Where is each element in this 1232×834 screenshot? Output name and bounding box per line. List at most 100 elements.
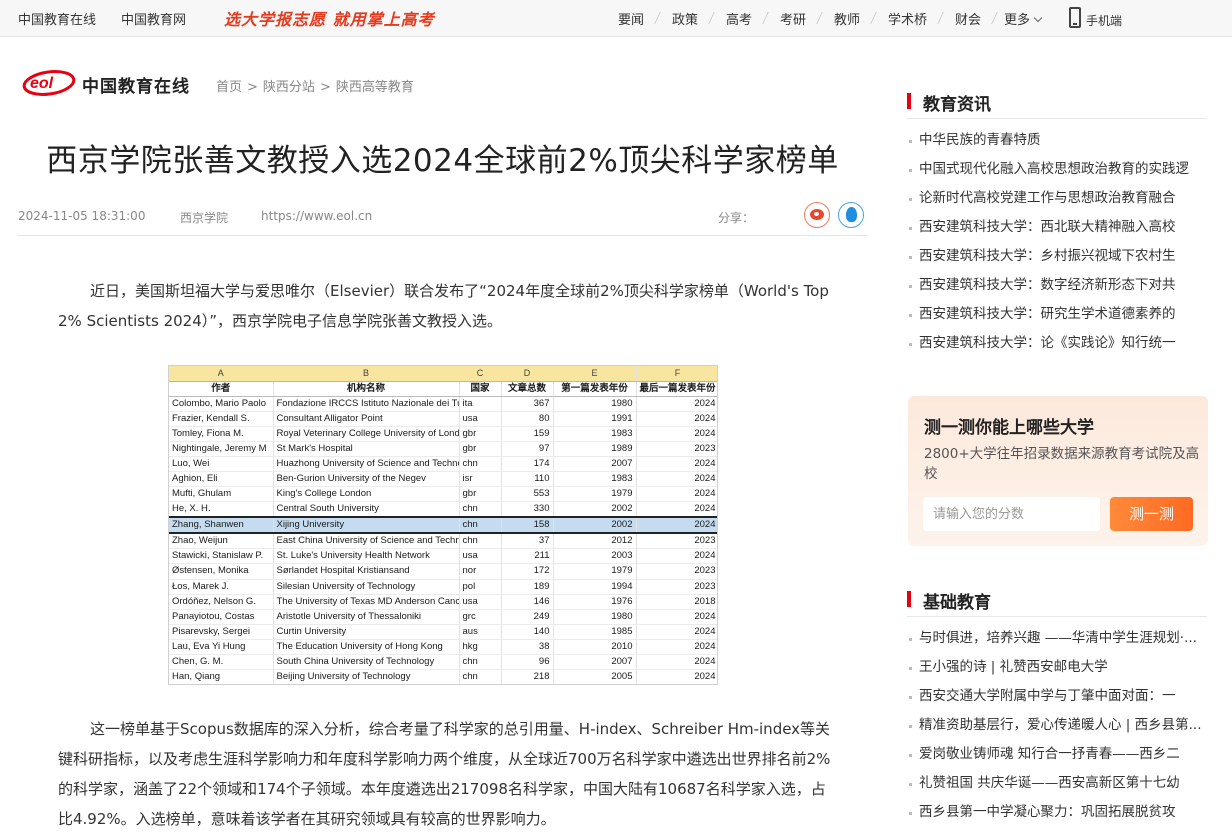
table-cell: Mufti, Ghulam <box>169 486 274 503</box>
table-cell: Lau, Eva Yi Hung <box>169 639 274 656</box>
table-cell: East China University of Science and Tec… <box>273 533 460 550</box>
table-cell: 553 <box>501 486 554 503</box>
nav-academic[interactable]: 学术桥 <box>888 9 927 28</box>
sidebar-basic-edu-link[interactable]: 礼赞祖国 共庆华诞——西安高新区第十七幼 <box>907 769 1207 798</box>
nav-kaoyan[interactable]: 考研 <box>780 9 806 28</box>
breadcrumb-separator: > <box>319 80 331 95</box>
sidebar-news-list: 中华民族的青春特质 中国式现代化融入高校思想政治教育的实践逻 论新时代高校党建工作与… <box>907 126 1207 358</box>
table-cell: 211 <box>501 548 554 565</box>
table-cell: 97 <box>501 441 554 458</box>
nav-finance[interactable]: 财会 <box>955 9 981 28</box>
share-qq-button[interactable] <box>838 202 864 228</box>
table-row: Ordóñez, Nelson G. The University of Texa… <box>169 594 717 610</box>
nav-gaokao[interactable]: 高考 <box>726 9 752 28</box>
table-cell: 1983 <box>553 471 637 488</box>
site-link-eol[interactable]: 中国教育在线 <box>18 9 96 28</box>
table-cell: 1979 <box>553 563 637 580</box>
gaokao-promo-slogan[interactable]: 选大学报志愿 就用掌上高考 <box>224 6 435 30</box>
table-cell: Sørlandet Hospital Kristiansand <box>273 563 460 580</box>
table-cell: 2024 <box>636 639 717 656</box>
sidebar-news-link[interactable]: 西安建筑科技大学：论《实践论》知行统一 <box>907 329 1207 358</box>
sidebar-basic-edu-link[interactable]: 精准资助基层行，爱心传递暖人心 | 西乡县第... <box>907 711 1207 740</box>
table-cell: Aristotle University of Thessaloniki <box>273 609 460 625</box>
sidebar-news-link[interactable]: 西安建筑科技大学：数字经济新形态下对共 <box>907 271 1207 300</box>
table-cell: Østensen, Monika <box>169 563 274 580</box>
sidebar-heading-basic-edu: 基础教育 <box>907 588 991 613</box>
sidebar-basic-edu-link[interactable]: 王小强的诗 | 礼赞西安邮电大学 <box>907 653 1207 682</box>
sidebar-heading-rule <box>907 616 1207 617</box>
table-cell: 1989 <box>553 441 637 458</box>
nav-policy[interactable]: 政策 <box>672 9 698 28</box>
sidebar-heading-rule <box>907 118 1207 119</box>
sidebar-news-link[interactable]: 西安建筑科技大学：研究生学术道德素养的 <box>907 300 1207 329</box>
table-cell: 172 <box>501 563 554 580</box>
table-cell: Zhao, Weijun <box>169 533 274 550</box>
column-letter: D <box>501 366 554 382</box>
mobile-phone-icon[interactable] <box>1069 7 1081 28</box>
table-cell: 2024 <box>636 486 717 503</box>
breadcrumb-shaanxi-higher-ed[interactable]: 陕西高等教育 <box>336 80 414 95</box>
sidebar-basic-edu-link[interactable]: 爱岗敬业铸师魂 知行合一抒青春——西乡二 <box>907 740 1207 769</box>
nav-teacher[interactable]: 教师 <box>834 9 860 28</box>
table-cell: Silesian University of Technology <box>273 579 460 595</box>
sidebar-news-link[interactable]: 中华民族的青春特质 <box>907 126 1207 155</box>
table-cell: Nightingale, Jeremy M <box>169 441 274 458</box>
article-date: 2024-11-05 18:31:00 <box>18 209 146 223</box>
column-header: 作者 <box>169 381 274 397</box>
table-cell: 2024 <box>636 471 717 488</box>
table-cell: Chen, G. M. <box>169 654 274 671</box>
table-cell: Zhang, Shanwen <box>169 516 274 535</box>
table-cell: ita <box>459 396 502 412</box>
table-row: Colombo, Mario Paolo Fondazione IRCCS Ist… <box>169 396 717 412</box>
sidebar-basic-edu-link[interactable]: 西乡县第一中学凝心聚力：巩固拓展脱贫攻 <box>907 798 1207 827</box>
sidebar-heading-edu-news: 教育资讯 <box>907 90 991 115</box>
table-cell: Ordóñez, Nelson G. <box>169 594 274 610</box>
logo-site-name: 中国教育在线 <box>82 77 190 97</box>
table-row: Aghion, Eli Ben-Gurion University of the … <box>169 471 717 488</box>
table-row: Tomley, Fiona M. Royal Veterinary College… <box>169 426 717 442</box>
table-cell: Tomley, Fiona M. <box>169 426 274 442</box>
eol-logo[interactable]: eol 中国教育在线 <box>22 66 192 98</box>
nav-divider <box>816 12 823 24</box>
table-cell: 189 <box>501 579 554 595</box>
table-cell: chn <box>459 456 502 473</box>
score-input[interactable] <box>923 497 1100 531</box>
table-cell: grc <box>459 609 502 625</box>
table-cell: Ben-Gurion University of the Negev <box>273 471 460 488</box>
table-cell: 110 <box>501 471 554 488</box>
article-paragraph: 近日，美国斯坦福大学与爱思唯尔（Elsevier）联合发布了“2024年度全球前… <box>58 282 829 330</box>
column-header: 第一篇发表年份 <box>553 381 637 397</box>
column-letter: B <box>273 366 460 382</box>
sidebar-basic-edu-link[interactable]: 与时俱进，培养兴趣 ——华清中学生涯规划·... <box>907 624 1207 653</box>
breadcrumb-shaanxi[interactable]: 陕西分站 <box>263 80 315 95</box>
table-row: Chen, G. M. South China University of Tec… <box>169 654 717 671</box>
table-cell: 2010 <box>553 639 637 656</box>
site-link-edu-net[interactable]: 中国教育网 <box>121 9 186 28</box>
table-row: Østensen, Monika Sørlandet Hospital Krist… <box>169 563 717 580</box>
table-cell: hkg <box>459 639 502 656</box>
eol-logo-mark: eol <box>22 70 76 96</box>
table-cell: 96 <box>501 654 554 671</box>
nav-more[interactable]: 更多 <box>1004 9 1043 28</box>
sidebar-news-link[interactable]: 西安建筑科技大学：西北联大精神融入高校 <box>907 213 1207 242</box>
mobile-version-link[interactable]: 手机端 <box>1086 12 1122 29</box>
table-cell: King's College London <box>273 486 460 503</box>
table-row: Pisarevsky, Sergei Curtin University aus 14… <box>169 624 717 640</box>
table-cell: 2023 <box>636 441 717 458</box>
table-cell: 367 <box>501 396 554 412</box>
table-cell: isr <box>459 471 502 488</box>
table-cell: usa <box>459 594 502 610</box>
table-cell: Consultant Alligator Point <box>273 411 460 427</box>
eol-logo-mark-text: eol <box>30 75 54 92</box>
sidebar-basic-edu-link[interactable]: 西安交通大学附属中学与丁肇中面对面：一 <box>907 682 1207 711</box>
sidebar-news-link[interactable]: 中国式现代化融入高校思想政治教育的实践逻 <box>907 155 1207 184</box>
share-label: 分享： <box>718 211 755 225</box>
column-letter: F <box>636 366 717 382</box>
breadcrumb-home[interactable]: 首页 <box>216 80 242 95</box>
quiz-submit-button[interactable]: 测一测 <box>1110 497 1193 531</box>
table-cell: 2018 <box>636 594 717 610</box>
nav-news[interactable]: 要闻 <box>618 9 644 28</box>
sidebar-news-link[interactable]: 西安建筑科技大学：乡村振兴视域下农村生 <box>907 242 1207 271</box>
sidebar-news-link[interactable]: 论新时代高校党建工作与思想政治教育融合 <box>907 184 1207 213</box>
share-weibo-button[interactable] <box>804 202 830 228</box>
